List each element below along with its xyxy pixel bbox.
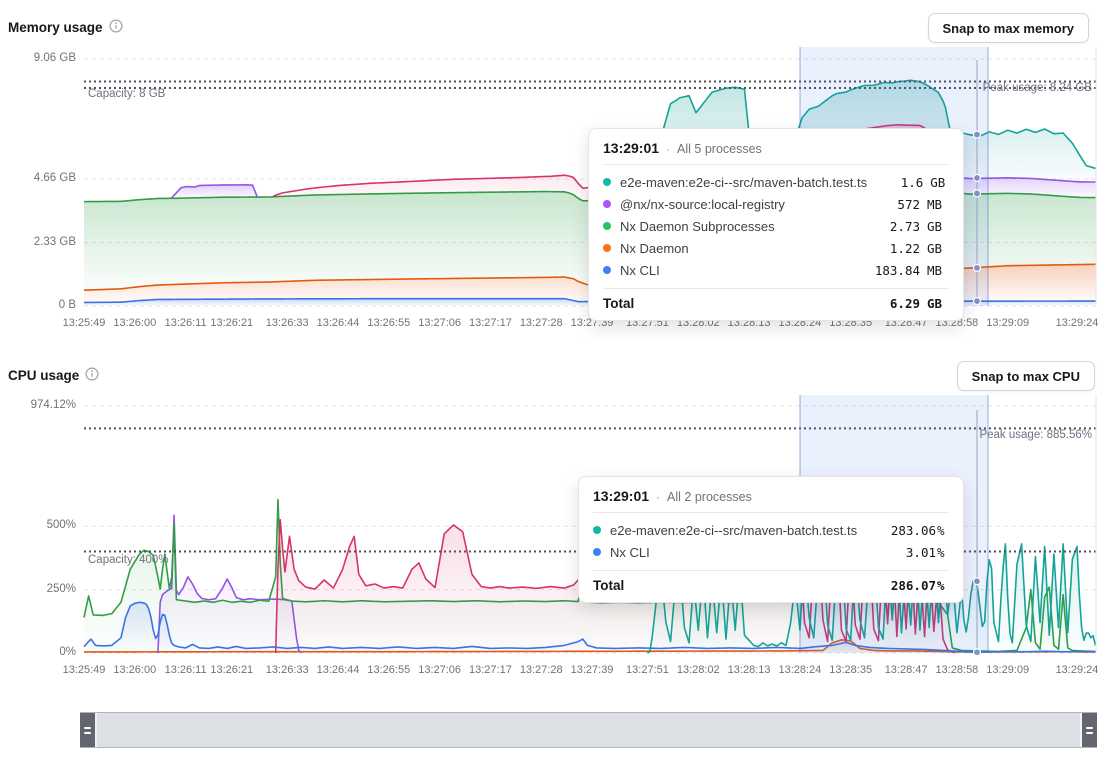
- cpu-x-tick: 13:28:35: [821, 664, 881, 676]
- process-value: 283.06: [870, 523, 936, 538]
- tooltip-header: 13:29:01 · All 5 processes: [603, 138, 949, 165]
- cpu-peak-label: Peak usage: 885.56%: [979, 429, 1092, 441]
- cpu-x-tick: 13:29:24: [1047, 664, 1107, 676]
- memory-section-title: Memory usage: [8, 19, 123, 36]
- memory-x-tick: 13:26:21: [202, 317, 262, 329]
- tooltip-process-row: Nx Daemon1.22 GB: [603, 237, 949, 259]
- cpu-x-tick: 13:26:21: [202, 664, 262, 676]
- tooltip-process-row: @nx/nx-source:local-registry572 MB: [603, 193, 949, 215]
- process-name: Nx Daemon: [620, 241, 854, 256]
- memory-peak-label: Peak usage: 8.24 GB: [983, 82, 1092, 94]
- brush-handle-right[interactable]: [1080, 713, 1097, 747]
- snap-to-max-cpu-button[interactable]: Snap to max CPU: [957, 361, 1095, 391]
- memory-y-tick: 9.06 GB: [2, 52, 76, 64]
- snap-to-max-memory-button[interactable]: Snap to max memory: [928, 13, 1090, 43]
- process-unit: GB: [930, 175, 949, 190]
- process-name: e2e-maven:e2e-ci--src/maven-batch.test.t…: [620, 175, 867, 190]
- cpu-y-tick: 974.12%: [2, 399, 76, 411]
- process-unit: %: [937, 523, 949, 538]
- series-color-dot: [603, 266, 611, 274]
- process-value: 1.6: [867, 175, 923, 190]
- process-name: e2e-maven:e2e-ci--src/maven-batch.test.t…: [610, 523, 870, 538]
- process-name: @nx/nx-source:local-registry: [620, 197, 854, 212]
- tooltip-total-label: Total: [603, 296, 854, 311]
- series-color-dot: [593, 526, 601, 534]
- cpu-x-tick: 13:29:09: [978, 664, 1038, 676]
- tooltip-process-row: Nx CLI183.84 MB: [603, 259, 949, 281]
- tooltip-total-row: Total 286.07 %: [593, 570, 949, 593]
- tooltip-rows: e2e-maven:e2e-ci--src/maven-batch.test.t…: [603, 165, 949, 288]
- cpu-capacity-label: Capacity: 400%: [88, 554, 169, 566]
- cpu-y-tick: 500%: [2, 519, 76, 531]
- tooltip-separator: ·: [656, 490, 660, 504]
- process-value: 183.84: [854, 263, 920, 278]
- tooltip-process-count: All 2 processes: [667, 490, 752, 504]
- process-unit: MB: [927, 197, 949, 212]
- info-icon[interactable]: [109, 19, 123, 36]
- memory-y-tick: 4.66 GB: [2, 172, 76, 184]
- cpu-tooltip: 13:29:01 · All 2 processes e2e-maven:e2e…: [578, 476, 964, 603]
- cpu-title-text: CPU usage: [8, 368, 79, 383]
- tooltip-total-unit: GB: [927, 296, 949, 311]
- tooltip-process-row: e2e-maven:e2e-ci--src/maven-batch.test.t…: [603, 171, 949, 193]
- process-unit: GB: [927, 219, 949, 234]
- process-value: 2.73: [854, 219, 920, 234]
- memory-y-tick: 2.33 GB: [2, 236, 76, 248]
- memory-tooltip: 13:29:01 · All 5 processes e2e-maven:e2e…: [588, 128, 964, 321]
- memory-title-text: Memory usage: [8, 20, 103, 35]
- tooltip-header: 13:29:01 · All 2 processes: [593, 486, 949, 513]
- memory-y-tick: 0 B: [2, 299, 76, 311]
- memory-x-tick: 13:29:24: [1047, 317, 1107, 329]
- process-unit: GB: [927, 241, 949, 256]
- charts-canvas[interactable]: [0, 0, 1118, 761]
- tooltip-total-value: 6.29: [854, 296, 920, 311]
- tooltip-process-row: Nx Daemon Subprocesses2.73 GB: [603, 215, 949, 237]
- memory-x-tick: 13:29:09: [978, 317, 1038, 329]
- process-value: 3.01: [870, 545, 936, 560]
- series-color-dot: [593, 548, 601, 556]
- cpu-section-title: CPU usage: [8, 367, 99, 384]
- info-icon[interactable]: [85, 367, 99, 384]
- cpu-y-tick: 250%: [2, 583, 76, 595]
- tooltip-process-row: Nx CLI3.01%: [593, 541, 949, 563]
- brush-handle-left[interactable]: [80, 713, 97, 747]
- cpu-x-tick: 13:27:39: [562, 664, 622, 676]
- cpu-y-tick: 0%: [2, 646, 76, 658]
- tooltip-total-row: Total 6.29 GB: [603, 288, 949, 311]
- process-value: 1.22: [854, 241, 920, 256]
- process-name: Nx CLI: [610, 545, 870, 560]
- process-unit: %: [937, 545, 949, 560]
- series-color-dot: [603, 222, 611, 230]
- tooltip-total-unit: %: [937, 578, 949, 593]
- tooltip-rows: e2e-maven:e2e-ci--src/maven-batch.test.t…: [593, 513, 949, 570]
- series-color-dot: [603, 200, 611, 208]
- series-color-dot: [603, 178, 611, 186]
- tooltip-time: 13:29:01: [603, 140, 659, 156]
- tooltip-total-value: 286.07: [870, 578, 936, 593]
- tooltip-separator: ·: [666, 142, 670, 156]
- tooltip-total-label: Total: [593, 578, 870, 593]
- series-color-dot: [603, 244, 611, 252]
- process-unit: MB: [927, 263, 949, 278]
- process-value: 572: [854, 197, 920, 212]
- tooltip-time: 13:29:01: [593, 488, 649, 504]
- process-name: Nx CLI: [620, 263, 854, 278]
- process-name: Nx Daemon Subprocesses: [620, 219, 854, 234]
- tooltip-process-row: e2e-maven:e2e-ci--src/maven-batch.test.t…: [593, 519, 949, 541]
- tooltip-process-count: All 5 processes: [677, 142, 762, 156]
- memory-capacity-label: Capacity: 8 GB: [88, 88, 165, 100]
- time-range-brush-track[interactable]: [80, 712, 1097, 748]
